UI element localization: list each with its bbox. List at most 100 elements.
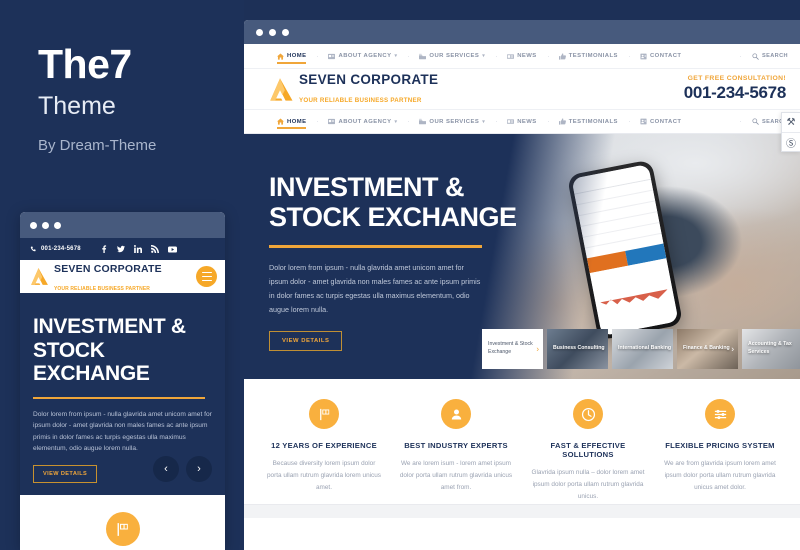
nav-label: NEWS: [517, 118, 537, 125]
newspaper-icon: [507, 119, 515, 124]
mobile-hero-body: Dolor lorem from ipsum - nulla glavrida …: [33, 410, 212, 453]
nav-label: CONTACT: [649, 53, 682, 59]
carousel-item-active[interactable]: Investment & Stock Exchange ›: [482, 329, 543, 369]
window-dot-minimize[interactable]: [42, 221, 49, 229]
mobile-hero-divider: [33, 396, 205, 399]
feature-card: 12 YEARS OF EXPERIENCE Because diversity…: [258, 399, 390, 504]
mobile-phone-link[interactable]: 001-234-5678: [30, 245, 81, 253]
search-button[interactable]: SEARCH: [739, 52, 788, 60]
sticky-navigation: HOME ABOUT AGENCY ▾ OUR SERVICES ▾ NEWS: [244, 109, 800, 134]
feature-title: FLEXIBLE PRICING SYSTEM: [665, 441, 775, 450]
flag-icon: [105, 512, 140, 546]
features-section: 12 YEARS OF EXPERIENCE Because diversity…: [244, 379, 800, 504]
mobile-hero-title-line1: INVESTMENT &: [33, 315, 186, 338]
hero-divider: [269, 245, 482, 248]
nav-item-contact[interactable]: CONTACT: [628, 53, 693, 60]
feature-body: We are lorem isum - lorem amet ipsum dol…: [399, 460, 513, 491]
window-dot-close[interactable]: [256, 28, 263, 36]
window-dot-minimize[interactable]: [269, 28, 276, 36]
window-dot-maximize[interactable]: [282, 28, 289, 36]
feature-card: FAST & EFFECTIVE SOLLUTIONS Glavrida ips…: [522, 399, 654, 504]
window-dot-close[interactable]: [30, 221, 37, 229]
sticky-nav-item-testimonials[interactable]: TESTIMONIALS: [547, 118, 629, 125]
chevron-down-icon: ▾: [482, 53, 486, 59]
hero-slider: INVESTMENT & STOCK EXCHANGE Dolor lorem …: [244, 134, 800, 379]
carousel-item[interactable]: International Banking: [612, 329, 673, 369]
header-cta: GET FREE CONSULTATION! 001-234-5678: [684, 75, 787, 103]
hero-body: Dolor lorem from ipsum - nulla glavrida …: [269, 262, 481, 314]
home-icon: [277, 118, 284, 125]
feature-card: FLEXIBLE PRICING SYSTEM We are from glav…: [654, 399, 786, 504]
mobile-hero-title: INVESTMENT & STOCK EXCHANGE: [33, 315, 212, 386]
mobile-window-chrome: [20, 212, 225, 238]
cta-label: GET FREE CONSULTATION!: [687, 75, 786, 82]
youtube-icon[interactable]: [167, 245, 177, 254]
hero-content: INVESTMENT & STOCK EXCHANGE Dolor lorem …: [269, 172, 519, 351]
site-logo-text: SEVEN CORPORATE YOUR RELIABLE BUSINESS P…: [299, 71, 438, 107]
id-card-icon: [328, 53, 336, 59]
sticky-nav-item-our-services[interactable]: OUR SERVICES ▾: [408, 118, 496, 125]
chevron-down-icon: ▾: [394, 53, 398, 59]
hamburger-menu-icon[interactable]: [196, 266, 217, 287]
nav-label: OUR SERVICES: [429, 53, 480, 59]
settings-coin-icon[interactable]: Ⓢ: [782, 132, 800, 151]
mobile-features-section: [20, 495, 225, 550]
mobile-hero-title-line2: STOCK: [33, 338, 105, 362]
sticky-nav-item-news[interactable]: NEWS: [496, 118, 547, 125]
chevron-left-icon[interactable]: ‹: [153, 456, 179, 482]
carousel-item[interactable]: Accounting & Tax Services: [742, 329, 800, 369]
chevron-right-icon: ›: [731, 344, 734, 354]
sliders-icon: [705, 399, 735, 429]
thumbs-up-icon: [558, 52, 566, 60]
site-logo-tagline: YOUR RELIABLE BUSINESS PARTNER: [299, 97, 422, 104]
nav-item-about-agency[interactable]: ABOUT AGENCY ▾: [317, 53, 408, 60]
site-header: SEVEN CORPORATE YOUR RELIABLE BUSINESS P…: [244, 69, 800, 109]
cta-phone-number[interactable]: 001-234-5678: [684, 83, 787, 103]
mobile-logo-bar: SEVEN CORPORATE YOUR RELIABLE BUSINESS P…: [20, 260, 225, 293]
nav-item-news[interactable]: NEWS: [496, 53, 547, 60]
nav-item-testimonials[interactable]: TESTIMONIALS: [547, 52, 629, 60]
nav-label: NEWS: [517, 53, 537, 59]
feature-title: BEST INDUSTRY EXPERTS: [404, 441, 508, 450]
briefcase-icon: [419, 53, 427, 59]
feature-title: FAST & EFFECTIVE SOLLUTIONS: [550, 441, 626, 459]
mobile-view-details-button[interactable]: VIEW DETAILS: [33, 464, 98, 483]
sticky-nav-item-contact[interactable]: CONTACT: [628, 118, 693, 125]
nav-label: ABOUT AGENCY: [338, 53, 392, 59]
linkedin-icon[interactable]: [133, 245, 142, 253]
facebook-icon[interactable]: [100, 245, 108, 253]
view-details-button[interactable]: VIEW DETAILS: [269, 330, 343, 351]
mobile-hero-title-line3: EXCHANGE: [33, 362, 150, 386]
hero-title-line1: INVESTMENT &: [269, 172, 465, 202]
nav-label: HOME: [287, 118, 307, 125]
mobile-phone-number: 001-234-5678: [41, 246, 81, 252]
clock-icon: [573, 399, 603, 429]
chevron-right-icon[interactable]: ›: [186, 456, 212, 482]
site-logo-name: SEVEN CORPORATE: [299, 72, 439, 87]
feature-body: Because diversity lorem ipsum dolor port…: [266, 460, 381, 491]
site-logo[interactable]: SEVEN CORPORATE YOUR RELIABLE BUSINESS P…: [266, 71, 438, 107]
nav-item-home[interactable]: HOME: [266, 52, 317, 64]
page-byline: By Dream-Theme: [38, 137, 157, 154]
sticky-nav-item-home[interactable]: HOME: [266, 118, 317, 129]
sticky-nav-item-about-agency[interactable]: ABOUT AGENCY ▾: [317, 118, 408, 125]
mobile-logo[interactable]: SEVEN CORPORATE YOUR RELIABLE BUSINESS P…: [28, 259, 162, 295]
rss-icon[interactable]: [150, 245, 159, 253]
nav-active-underline: [277, 61, 307, 64]
twitter-icon[interactable]: [116, 245, 125, 253]
feature-body: Glavrida ipsum nulla – dolor lorem amet …: [531, 469, 645, 500]
nav-label: TESTIMONIALS: [568, 53, 618, 59]
carousel-item[interactable]: Business Consulting: [547, 329, 608, 369]
carousel-item[interactable]: Finance & Banking ›: [677, 329, 738, 369]
tools-icon[interactable]: ⚒: [782, 113, 800, 132]
chevron-down-icon: ▾: [394, 118, 398, 125]
mobile-topbar: 001-234-5678: [20, 238, 225, 260]
search-label: SEARCH: [761, 53, 788, 59]
carousel-label: Investment & Stock Exchange: [488, 341, 533, 355]
page-title: The7: [38, 41, 132, 87]
nav-item-our-services[interactable]: OUR SERVICES ▾: [408, 53, 496, 60]
id-card-icon: [328, 118, 336, 125]
newspaper-icon: [507, 53, 515, 59]
carousel-label: Accounting & Tax Services: [748, 341, 792, 355]
window-dot-maximize[interactable]: [54, 221, 61, 229]
